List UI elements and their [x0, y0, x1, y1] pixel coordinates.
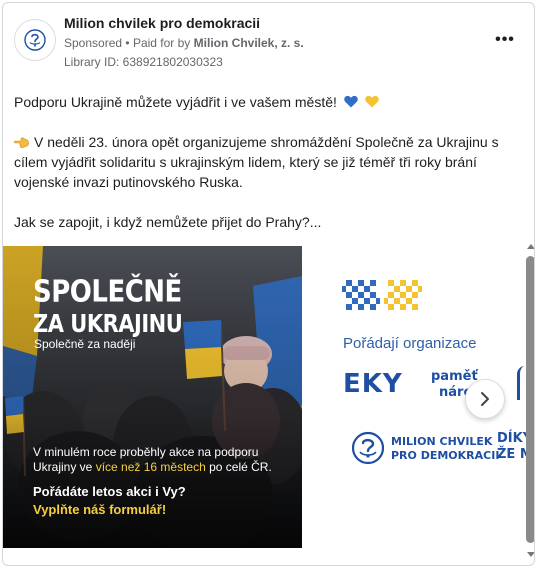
post-text: Podporu Ukrajině můžete vyjádřit i ve va…: [14, 92, 524, 232]
slide-1-info-after: po celé ČR.: [205, 460, 272, 474]
embroidery-pattern-logo: [342, 280, 422, 310]
backhand-index-pointing-left-icon: [14, 137, 29, 148]
carousel-next-button[interactable]: [465, 379, 505, 419]
ad-post-card: Milion chvilek pro demokracii Sponsored …: [2, 2, 535, 566]
payer-link[interactable]: Milion Chvilek, z. s.: [194, 36, 304, 50]
yellow-heart-icon: [364, 95, 379, 108]
chevron-right-icon: [481, 392, 489, 406]
post-paragraph-3: Jak se zapojit, i když nemůžete přijet d…: [14, 214, 322, 230]
slide-1-cta-question: Pořádáte letos akci i Vy?: [33, 484, 186, 499]
media-carousel[interactable]: SPOLEČNĚ ZA UKRAJINU Společně za naději …: [3, 246, 534, 548]
blue-heart-icon: [344, 95, 358, 108]
page-avatar[interactable]: [14, 19, 56, 61]
slide-1-info-highlight: více než 16 městech: [95, 460, 206, 474]
carousel-slide-1[interactable]: SPOLEČNĚ ZA UKRAJINU Společně za naději …: [3, 246, 302, 548]
post-paragraph-1-text: Podporu Ukrajině můžete vyjádřit i ve va…: [14, 94, 337, 110]
slide-1-info-text: V minulém roce proběhly akce na podporu …: [33, 445, 293, 475]
post-paragraph-1: Podporu Ukrajině můžete vyjádřit i ve va…: [14, 92, 524, 112]
library-id: Library ID: 638921802030323: [64, 55, 223, 69]
meta-separator: •: [125, 36, 133, 50]
scroll-down-arrow[interactable]: [527, 552, 534, 557]
milion-logo-line-2: PRO DEMOKRACII: [391, 449, 500, 462]
slide-1-cta-form: Vyplňte náš formulář!: [33, 502, 167, 517]
milion-chvilek-logo-icon: [24, 29, 46, 51]
post-paragraph-2-text: V neděli 23. února opět organizujeme shr…: [14, 134, 499, 190]
scrollbar-thumb[interactable]: [526, 256, 534, 543]
organizers-title: Pořádají organizace: [343, 335, 477, 352]
slide-1-headline-1: SPOLEČNĚ: [33, 274, 182, 310]
eky-logo-text: EKY: [343, 369, 403, 399]
post-paragraph-2: V neděli 23. února opět organizujeme shr…: [14, 132, 524, 192]
more-options-button[interactable]: •••: [494, 31, 516, 48]
pamet-logo-line-1: paměť: [431, 369, 478, 384]
milion-chvilek-small-logo-icon: [351, 431, 385, 465]
sponsored-label: Sponsored: [64, 36, 123, 50]
eky-logo: EKY: [343, 369, 403, 399]
scroll-up-arrow[interactable]: [527, 244, 534, 249]
slide-1-subline: Společně za naději: [34, 337, 136, 351]
slide-1-headline-2: ZA UKRAJINU: [33, 309, 183, 338]
paid-for-prefix: Paid for by: [132, 36, 191, 50]
sponsored-line: Sponsored • Paid for by Milion Chvilek, …: [64, 36, 304, 50]
milion-logo-line-1: MILION CHVILEK: [391, 435, 493, 448]
page-name-link[interactable]: Milion chvilek pro demokracii: [64, 15, 260, 31]
